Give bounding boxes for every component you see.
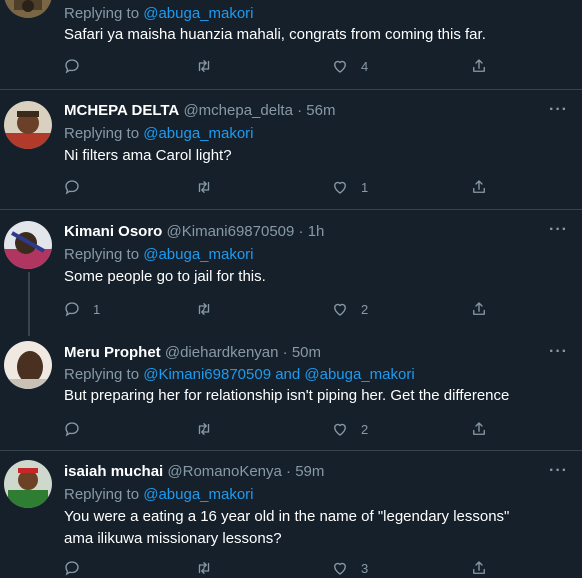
like-count: 4 bbox=[361, 58, 369, 74]
tweet-text: But preparing her for relationship isn't… bbox=[64, 387, 510, 404]
like-button[interactable]: 2 bbox=[331, 419, 368, 439]
reply-icon bbox=[65, 302, 79, 317]
heart-icon bbox=[334, 423, 346, 436]
replying-to: Replying to @abuga_makori bbox=[64, 5, 254, 22]
username[interactable]: @mchepa_delta bbox=[183, 102, 292, 119]
tweet[interactable]: Replying to @abuga_makori Safari ya mais… bbox=[0, 0, 582, 90]
avatar[interactable] bbox=[4, 221, 52, 269]
share-button[interactable] bbox=[470, 558, 488, 578]
mention-link[interactable]: @abuga_makori bbox=[143, 5, 253, 22]
mention-link[interactable]: @abuga_makori bbox=[143, 246, 253, 263]
tweet-text: Safari ya maisha huanzia mahali, congrat… bbox=[64, 26, 486, 43]
heart-icon bbox=[334, 562, 346, 575]
display-name[interactable]: Kimani Osoro bbox=[64, 223, 162, 240]
more-options-icon[interactable]: ··· bbox=[549, 343, 568, 361]
replying-to: Replying to @abuga_makori bbox=[64, 246, 254, 263]
avatar[interactable] bbox=[4, 0, 52, 18]
replying-to: Replying to @abuga_makori bbox=[64, 486, 254, 503]
tweet-header: isaiah muchai @RomanoKenya · 59m bbox=[64, 463, 324, 480]
reply-button[interactable]: 1 bbox=[63, 299, 100, 319]
retweet-button[interactable] bbox=[195, 419, 225, 439]
share-button[interactable] bbox=[470, 299, 488, 319]
username[interactable]: @Kimani69870509 bbox=[167, 223, 295, 240]
tweet-text: Some people go to jail for this. bbox=[64, 268, 266, 285]
display-name[interactable]: isaiah muchai bbox=[64, 463, 163, 480]
share-icon bbox=[473, 59, 485, 72]
reply-icon bbox=[65, 561, 79, 576]
share-icon bbox=[473, 180, 485, 193]
retweet-button[interactable] bbox=[195, 299, 225, 319]
heart-icon bbox=[334, 181, 346, 194]
retweet-icon bbox=[198, 303, 210, 315]
tweet-header: Kimani Osoro @Kimani69870509 · 1h bbox=[64, 223, 324, 240]
reply-button[interactable] bbox=[63, 177, 93, 197]
timestamp[interactable]: · 1h bbox=[299, 223, 325, 240]
username[interactable]: @diehardkenyan bbox=[165, 344, 279, 361]
replying-label: Replying to bbox=[64, 486, 140, 503]
heart-icon bbox=[334, 60, 346, 73]
timestamp[interactable]: · 59m bbox=[286, 463, 324, 480]
timestamp[interactable]: · 50m bbox=[283, 344, 321, 361]
replying-label: Replying to bbox=[64, 125, 140, 142]
reply-icon bbox=[65, 59, 79, 74]
reply-count: 1 bbox=[93, 301, 101, 317]
avatar[interactable] bbox=[4, 101, 52, 149]
share-button[interactable] bbox=[470, 56, 488, 76]
display-name[interactable]: MCHEPA DELTA bbox=[64, 102, 179, 119]
username[interactable]: @RomanoKenya bbox=[167, 463, 281, 480]
replying-to: Replying to @Kimani69870509 and @abuga_m… bbox=[64, 366, 415, 383]
avatar[interactable] bbox=[4, 341, 52, 389]
like-button[interactable]: 4 bbox=[331, 56, 368, 76]
like-button[interactable]: 1 bbox=[331, 177, 368, 197]
mention-link[interactable]: @abuga_makori bbox=[143, 486, 253, 503]
replying-to: Replying to @abuga_makori bbox=[64, 125, 254, 142]
timestamp[interactable]: · 56m bbox=[297, 102, 335, 119]
heart-icon bbox=[334, 303, 346, 316]
reply-icon bbox=[65, 180, 79, 195]
display-name[interactable]: Meru Prophet bbox=[64, 344, 161, 361]
tweet[interactable]: Kimani Osoro @Kimani69870509 · 1h ··· Re… bbox=[0, 209, 582, 331]
tweet-text: Ni filters ama Carol light? bbox=[64, 147, 232, 164]
mention-link[interactable]: @abuga_makori bbox=[143, 125, 253, 142]
share-button[interactable] bbox=[470, 419, 488, 439]
like-count: 3 bbox=[361, 560, 369, 576]
replying-label: Replying to bbox=[64, 366, 140, 383]
replying-label: Replying to bbox=[64, 5, 140, 22]
tweet-header: MCHEPA DELTA @mchepa_delta · 56m bbox=[64, 102, 335, 119]
reply-button[interactable] bbox=[63, 56, 93, 76]
retweet-button[interactable] bbox=[195, 558, 225, 578]
share-icon bbox=[473, 302, 485, 315]
share-icon bbox=[473, 422, 485, 435]
like-count: 2 bbox=[361, 301, 369, 317]
avatar[interactable] bbox=[4, 460, 52, 508]
mention-link[interactable]: @Kimani69870509 and @abuga_makori bbox=[143, 366, 414, 383]
reply-icon bbox=[65, 422, 79, 437]
retweet-icon bbox=[198, 181, 210, 193]
retweet-icon bbox=[198, 562, 210, 574]
retweet-button[interactable] bbox=[195, 56, 225, 76]
reply-button[interactable] bbox=[63, 558, 93, 578]
share-icon bbox=[473, 561, 485, 574]
retweet-icon bbox=[198, 423, 210, 435]
tweet[interactable]: Meru Prophet @diehardkenyan · 50m ··· Re… bbox=[0, 331, 582, 451]
like-button[interactable]: 3 bbox=[331, 558, 368, 578]
reply-button[interactable] bbox=[63, 419, 93, 439]
retweet-icon bbox=[198, 60, 210, 72]
like-button[interactable]: 2 bbox=[331, 299, 368, 319]
share-button[interactable] bbox=[470, 177, 488, 197]
more-options-icon[interactable]: ··· bbox=[549, 462, 568, 480]
tweet[interactable]: isaiah muchai @RomanoKenya · 59m ··· Rep… bbox=[0, 450, 582, 576]
tweet-text: You were a eating a 16 year old in the n… bbox=[64, 508, 510, 547]
replying-label: Replying to bbox=[64, 246, 140, 263]
like-count: 2 bbox=[361, 421, 369, 437]
more-options-icon[interactable]: ··· bbox=[549, 101, 568, 119]
retweet-button[interactable] bbox=[195, 177, 225, 197]
like-count: 1 bbox=[361, 179, 369, 195]
more-options-icon[interactable]: ··· bbox=[549, 221, 568, 239]
tweet-header: Meru Prophet @diehardkenyan · 50m bbox=[64, 344, 321, 361]
tweet[interactable]: MCHEPA DELTA @mchepa_delta · 56m ··· Rep… bbox=[0, 89, 582, 210]
